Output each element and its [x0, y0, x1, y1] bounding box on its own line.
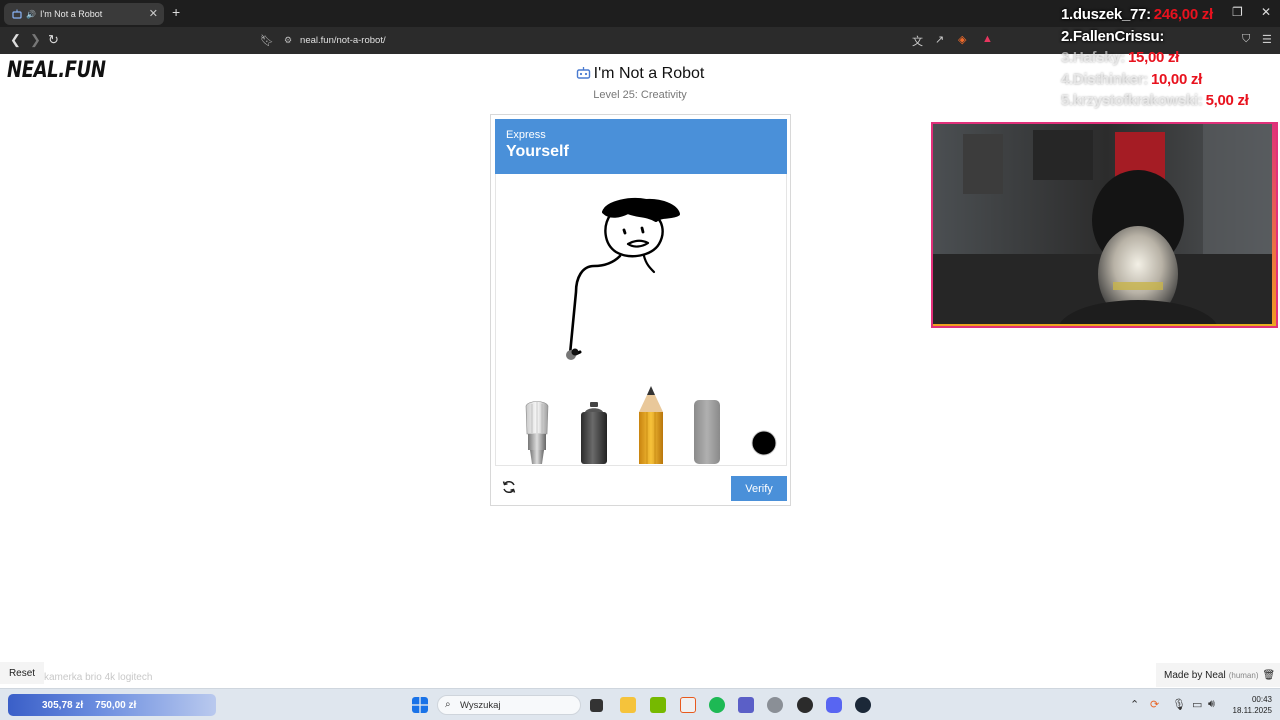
captcha-header: Express Yourself: [495, 119, 787, 174]
verify-button[interactable]: Verify: [731, 476, 787, 501]
bookmark-icon[interactable]: 🔖︎: [260, 34, 274, 47]
translate-icon[interactable]: 文: [912, 33, 923, 49]
stock-widget[interactable]: 305,78 zł 750,00 zł: [8, 694, 216, 716]
made-by-credit[interactable]: Made by Neal (human) 🗑︎: [1156, 663, 1280, 687]
donor-row: 5.krzystofkrakowski: 5,00 zł: [1061, 92, 1249, 109]
captcha-instruction-big: Yourself: [506, 143, 569, 160]
steam-icon[interactable]: [855, 697, 871, 713]
brave-shields-icon[interactable]: ◈: [958, 33, 966, 46]
refresh-icon[interactable]: [501, 479, 517, 495]
page-title-text: I'm Not a Robot: [593, 65, 705, 82]
trash-icon: 🗑︎: [1262, 669, 1276, 681]
browser-tab[interactable]: 🔊 I'm Not a Robot ✕: [4, 3, 164, 25]
back-icon[interactable]: ❮: [10, 32, 21, 48]
obs-icon[interactable]: [797, 697, 813, 713]
tray-chevron-icon[interactable]: ⌃: [1130, 698, 1139, 711]
discord-icon[interactable]: [826, 697, 842, 713]
spotify-icon[interactable]: [709, 697, 725, 713]
tab-title: I'm Not a Robot: [39, 9, 103, 19]
webcam-frame-accent: [1272, 124, 1276, 326]
search-icon: ⌕: [445, 699, 451, 710]
windows-start-icon[interactable]: [412, 697, 428, 713]
paint-brush-icon[interactable]: [524, 400, 550, 464]
microphone-icon[interactable]: 🎙︎: [1172, 698, 1186, 711]
site-info-icon[interactable]: ⚙︎: [284, 35, 292, 46]
donor-leaderboard: 1.duszek_77: 246,00 zł 2.FallenCrissu: 3.…: [1061, 6, 1280, 114]
taskbar-clock[interactable]: 00:43 18.11.2025: [1228, 694, 1272, 716]
donor-row: 3.Hafsky: 15,00 zł: [1061, 49, 1179, 66]
captcha-footer: Verify: [495, 470, 787, 503]
volume-icon[interactable]: 🔊︎: [1208, 698, 1215, 711]
reload-icon[interactable]: ↻: [48, 32, 59, 48]
url-text: neal.fun/not-a-robot/: [300, 35, 386, 46]
captcha-widget: Express Yourself Verify: [490, 114, 791, 506]
address-bar[interactable]: 🔖︎ ⚙︎ neal.fun/not-a-robot/: [250, 30, 1000, 51]
settings-icon[interactable]: [767, 697, 783, 713]
donor-row: 1.duszek_77: 246,00 zł: [1061, 6, 1213, 23]
tab-close-icon[interactable]: ✕: [149, 7, 158, 20]
search-placeholder: Wyszukaj: [460, 699, 501, 711]
brave-rewards-icon[interactable]: ▲: [982, 33, 993, 45]
taskbar: 305,78 zł 750,00 zł ⌕ Wyszukaj ⌃ ⟳ 🎙︎ ▭ …: [0, 688, 1280, 720]
webcam-overlay: [931, 122, 1278, 328]
color-picker-black-icon[interactable]: [751, 430, 777, 456]
stock-value-1: 305,78 zł: [42, 699, 84, 711]
teams-icon[interactable]: [738, 697, 754, 713]
clock-time: 00:43: [1251, 695, 1272, 704]
share-icon[interactable]: ↗: [935, 33, 944, 46]
brave-browser-icon[interactable]: [680, 697, 696, 713]
robot-favicon-icon: [12, 9, 22, 19]
new-tab-icon[interactable]: +: [172, 4, 180, 20]
clock-date: 18.11.2025: [1232, 706, 1272, 715]
speaker-icon[interactable]: 🔊: [26, 10, 36, 19]
webcam-feed: [933, 124, 1276, 326]
file-explorer-icon[interactable]: [620, 697, 636, 713]
task-view-icon[interactable]: [590, 699, 603, 712]
forward-icon[interactable]: ❯: [30, 32, 41, 48]
donor-row: 4.Disthinker: 10,00 zł: [1061, 70, 1202, 88]
pencil-icon[interactable]: [637, 386, 665, 464]
drawing-canvas[interactable]: [495, 174, 787, 466]
camera-label: kamerka brio 4k logitech: [44, 672, 153, 683]
spray-can-icon[interactable]: [579, 402, 609, 464]
robot-icon: [576, 67, 590, 79]
webcam-frame-accent: [933, 324, 1276, 326]
donor-row: 2.FallenCrissu:: [1061, 27, 1165, 45]
made-by-human: (human): [1228, 670, 1259, 680]
reset-button[interactable]: Reset: [0, 662, 44, 684]
tray-sync-icon[interactable]: ⟳: [1150, 698, 1159, 711]
taskbar-search[interactable]: ⌕ Wyszukaj: [437, 695, 581, 715]
made-by-text: Made by Neal: [1164, 669, 1226, 681]
stock-value-2: 750,00 zł: [95, 699, 137, 711]
nvidia-icon[interactable]: [650, 697, 666, 713]
eraser-icon[interactable]: [693, 400, 721, 464]
network-icon[interactable]: ▭: [1192, 698, 1202, 711]
captcha-instruction-small: Express: [506, 129, 546, 141]
